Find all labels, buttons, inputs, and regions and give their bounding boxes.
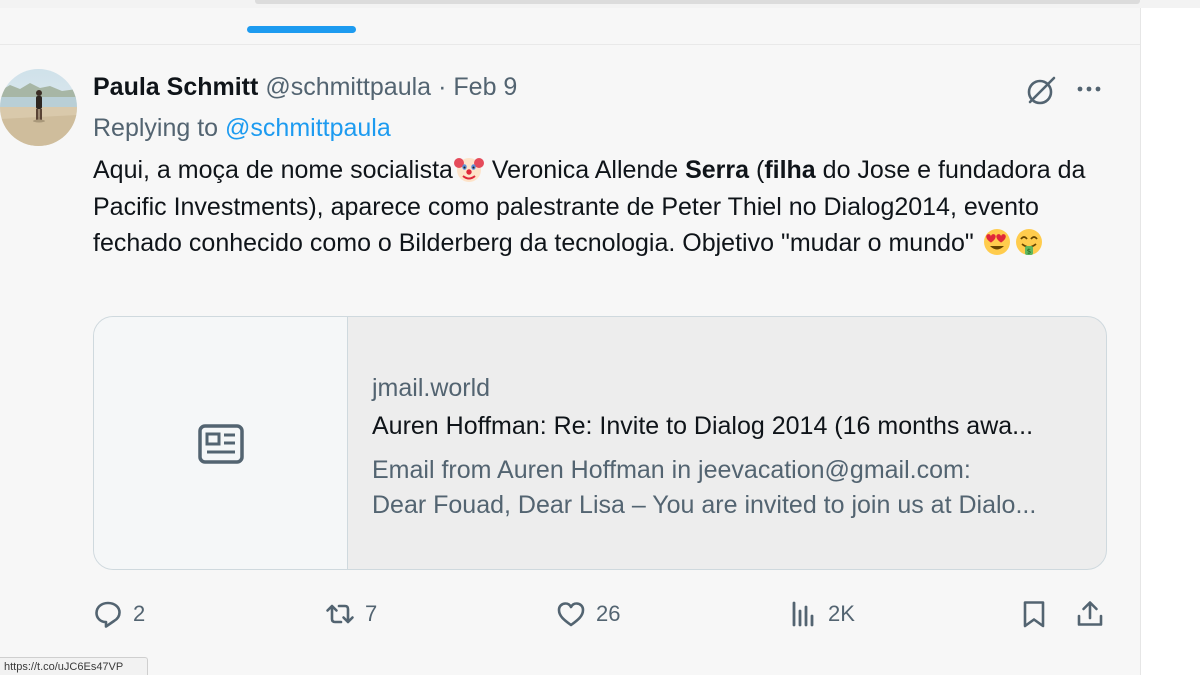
link-card-thumbnail <box>94 317 348 569</box>
grok-button[interactable] <box>1024 74 1058 108</box>
repost-count: 7 <box>365 601 378 626</box>
replying-to-label: Replying to <box>93 114 226 142</box>
link-card-domain: jmail.world <box>372 374 491 402</box>
avatar[interactable] <box>0 69 77 146</box>
tweet-text-part: ( <box>749 156 765 184</box>
replying-to: Replying to @schmittpaula <box>93 114 391 143</box>
repost-button[interactable]: 7 <box>325 597 377 631</box>
author-name[interactable]: Paula Schmitt <box>93 73 258 102</box>
views-count: 2K <box>828 601 855 626</box>
more-options-button[interactable] <box>1072 74 1106 104</box>
bookmark-icon <box>1023 601 1045 628</box>
repost-icon <box>326 604 354 624</box>
share-button[interactable] <box>1075 597 1105 631</box>
link-card-description: Email from Auren Hoffman in jeevacation@… <box>372 453 1084 523</box>
link-card-description-line: Email from Auren Hoffman in jeevacation@… <box>372 456 971 484</box>
replying-to-mention[interactable]: @schmittpaula <box>225 114 391 142</box>
header-divider <box>0 44 1140 45</box>
browser-status-url: https://t.co/uJC6Es47VP <box>0 657 148 675</box>
views-button[interactable]: 2K <box>788 597 855 631</box>
tweet-text-part: Veronica Allende <box>484 156 686 184</box>
active-tab-indicator <box>247 26 356 33</box>
tweet-text-bold: filha <box>764 156 816 184</box>
clown-face-icon <box>453 158 484 182</box>
share-icon <box>1077 601 1103 626</box>
avatar-beach-photo <box>0 69 77 146</box>
author-handle[interactable]: @schmittpaula <box>265 73 431 102</box>
reply-button[interactable]: 2 <box>93 597 145 631</box>
link-card-description-line: Dear Fouad, Dear Lisa – You are invited … <box>372 491 1037 519</box>
money-mouth-icon: $ <box>1015 229 1042 256</box>
reply-icon <box>95 601 121 628</box>
link-card-title: Auren Hoffman: Re: Invite to Dialog 2014… <box>372 412 1034 440</box>
more-icon <box>1077 86 1101 92</box>
article-icon <box>198 424 244 464</box>
bookmark-button[interactable] <box>1019 597 1049 631</box>
header-separator: · <box>438 72 447 101</box>
browser-scroll-edge <box>255 0 1140 4</box>
right-gutter <box>1141 8 1200 675</box>
tweet-text: Aqui, a moça de nome socialista Veronica… <box>93 152 1093 262</box>
like-button[interactable]: 26 <box>556 597 620 631</box>
browser-top-strip <box>0 0 1200 8</box>
heart-eyes-icon <box>983 229 1010 255</box>
tweet-text-part: Aqui, a moça de nome socialista <box>93 156 453 184</box>
svg-text:$: $ <box>1027 248 1031 256</box>
heart-icon <box>557 602 585 627</box>
like-count: 26 <box>596 601 621 626</box>
tweet-header: Paula Schmitt @schmittpaula · Feb 9 <box>93 72 517 102</box>
views-chart-icon <box>792 601 814 627</box>
reply-count: 2 <box>133 601 146 626</box>
link-card[interactable]: jmail.world Auren Hoffman: Re: Invite to… <box>93 316 1107 570</box>
tweet-text-bold: Serra <box>685 156 750 184</box>
grok-icon <box>1027 76 1056 105</box>
tweet-date[interactable]: Feb 9 <box>453 73 517 102</box>
